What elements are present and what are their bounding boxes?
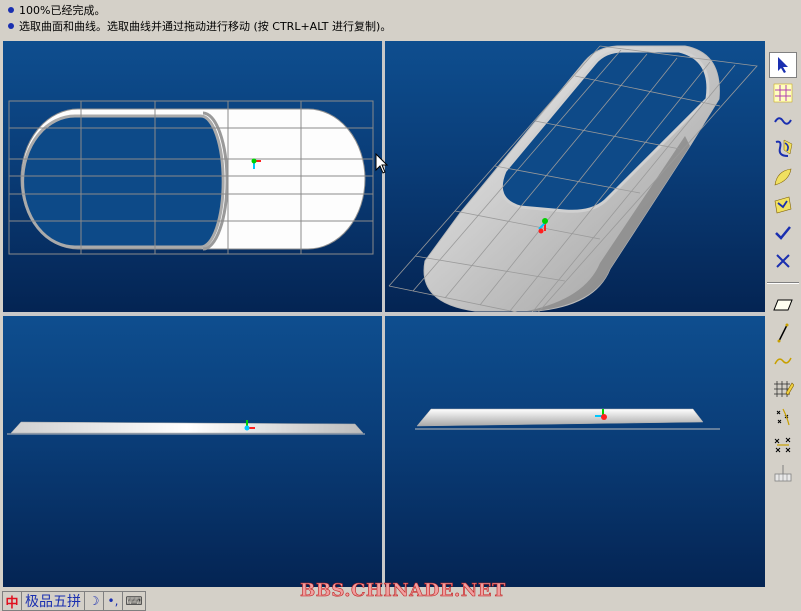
toolbar-separator — [767, 282, 799, 284]
front-view-shape[interactable] — [7, 421, 365, 435]
bullet-icon — [8, 7, 14, 13]
status-text-1: 100%已经完成。 — [19, 4, 106, 17]
surface-patch-button[interactable] — [769, 164, 797, 190]
front-view-canvas[interactable] — [3, 316, 382, 587]
status-bar: 100%已经完成。 选取曲面和曲线。选取曲线并通过拖动进行移动 (按 CTRL+… — [0, 0, 801, 40]
line-button[interactable] — [769, 320, 797, 346]
ime-toolbar: 中 极品五拼 ☽ •, ⌨ — [2, 591, 146, 611]
bullet-icon — [8, 23, 14, 29]
curve-edit-icon — [775, 139, 793, 157]
points-cross-icon — [774, 437, 791, 453]
grid-edit-button[interactable] — [769, 376, 797, 402]
surface-edit-button[interactable] — [769, 192, 797, 218]
top-viewport[interactable] — [3, 41, 382, 312]
mouse-cursor-icon — [375, 153, 389, 174]
grid-points-icon — [773, 83, 793, 103]
base-plane-icon — [774, 465, 792, 482]
confirm-button[interactable] — [769, 220, 797, 246]
right-viewport[interactable] — [385, 316, 765, 587]
status-line-1: 100%已经完成。 — [8, 3, 105, 19]
right-view-canvas[interactable] — [385, 316, 765, 587]
punctuation-toggle-icon[interactable]: •, — [104, 592, 123, 610]
plane-button[interactable] — [769, 292, 797, 318]
tool-palette — [767, 46, 799, 491]
points-scatter-button[interactable] — [769, 404, 797, 430]
spline-button[interactable] — [769, 348, 797, 374]
top-view-canvas[interactable] — [3, 41, 382, 312]
grid-edit-icon — [774, 381, 794, 397]
watermark-text: BBS.CHINADE.NET — [300, 580, 506, 602]
cancel-x-icon — [776, 254, 790, 268]
front-viewport[interactable] — [3, 316, 382, 587]
ime-language-toggle[interactable]: 中 — [3, 592, 22, 611]
select-arrow-button[interactable] — [769, 52, 797, 78]
right-view-shape[interactable] — [415, 408, 720, 430]
status-text-2: 选取曲面和曲线。选取曲线并通过拖动进行移动 (按 CTRL+ALT 进行复制)。 — [19, 20, 392, 33]
select-arrow-icon — [778, 57, 788, 73]
points-cross-button[interactable] — [769, 432, 797, 458]
perspective-shape[interactable] — [423, 45, 720, 312]
base-plane-button[interactable] — [769, 460, 797, 486]
surface-patch-icon — [774, 168, 792, 186]
ime-name-label[interactable]: 极品五拼 — [22, 592, 85, 610]
points-scatter-icon — [776, 408, 790, 426]
curve-edit-button[interactable] — [769, 136, 797, 162]
plane-icon — [773, 299, 793, 311]
perspective-viewport[interactable] — [385, 41, 765, 312]
surface-edit-icon — [774, 196, 792, 214]
grid-points-button[interactable] — [769, 80, 797, 106]
spline-icon — [774, 357, 792, 365]
line-icon — [777, 323, 789, 343]
soft-keyboard-icon[interactable]: ⌨ — [123, 592, 145, 610]
top-view-shape[interactable] — [20, 108, 366, 251]
cancel-button[interactable] — [769, 248, 797, 274]
perspective-view-canvas[interactable] — [385, 41, 765, 312]
half-width-toggle-icon[interactable]: ☽ — [85, 592, 104, 610]
checkmark-icon — [775, 226, 791, 240]
curve-wave-icon — [774, 117, 792, 125]
status-line-2: 选取曲面和曲线。选取曲线并通过拖动进行移动 (按 CTRL+ALT 进行复制)。 — [8, 19, 391, 35]
curve-wave-button[interactable] — [769, 108, 797, 134]
viewport-area — [3, 41, 765, 587]
